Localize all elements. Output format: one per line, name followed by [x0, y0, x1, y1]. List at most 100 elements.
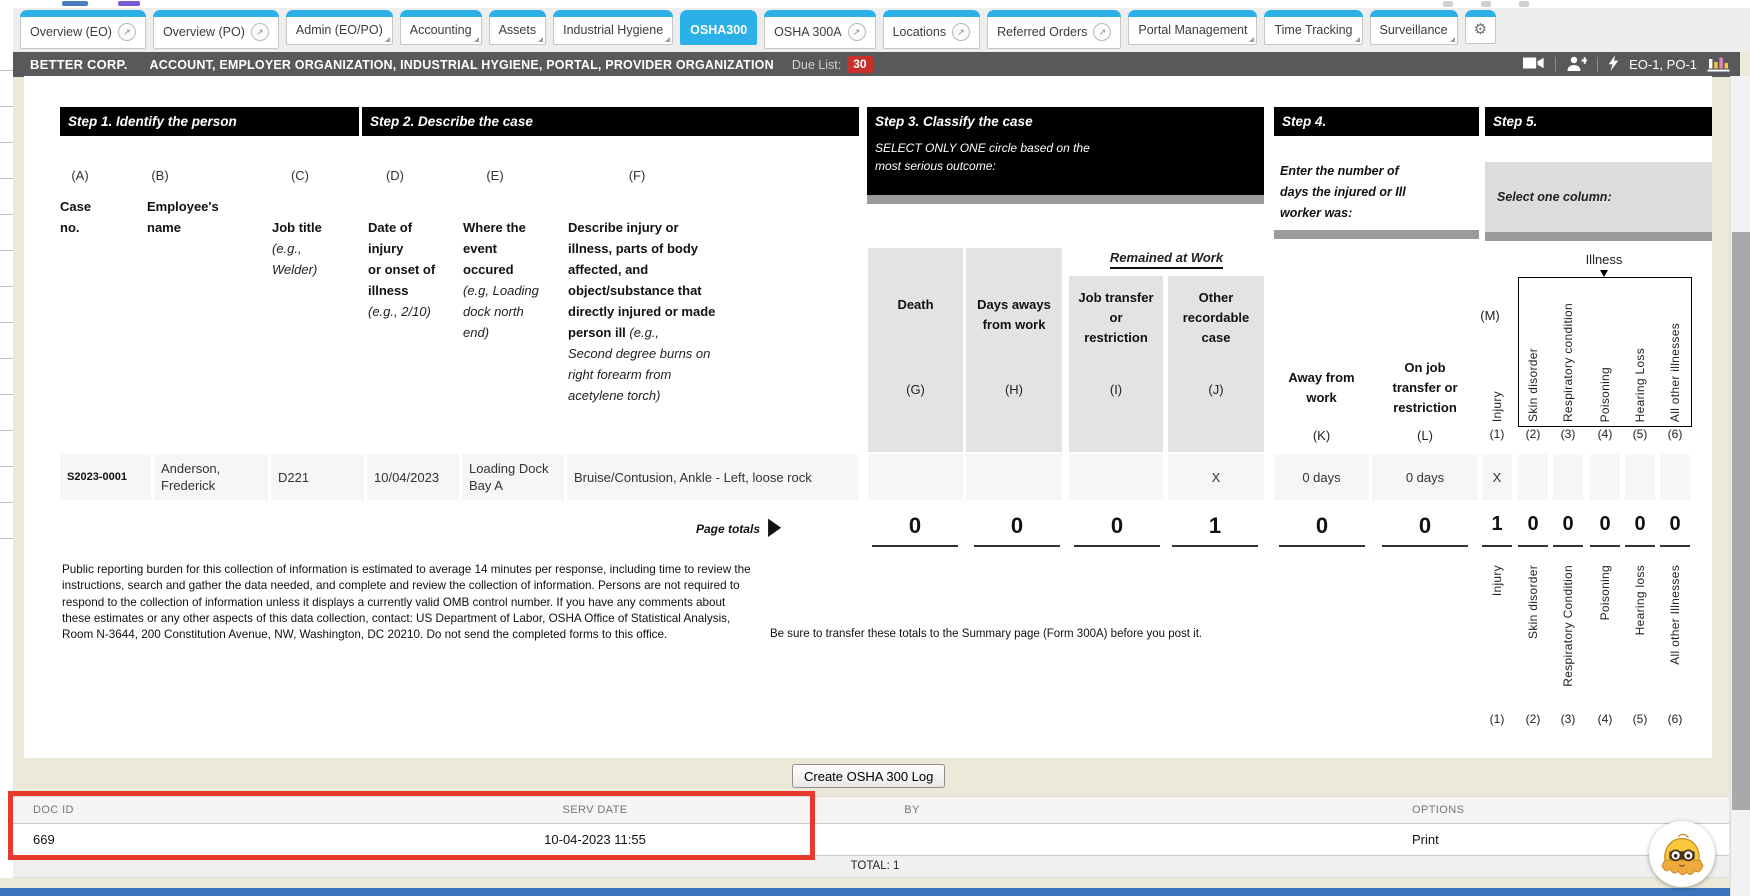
bottom-num-6: (6) — [1660, 712, 1690, 726]
col-title-case-no: Case no. — [60, 196, 140, 238]
skin-disorder-column-header: Skin disorder — [1526, 348, 1540, 422]
bottom-num-2: (2) — [1518, 712, 1548, 726]
tab-overview-eo[interactable]: Overview (EO) ↗ — [20, 10, 146, 49]
org-label: EO-1, PO-1 — [1629, 57, 1697, 72]
entry-case-no-cell[interactable]: S2023-0001 — [60, 454, 151, 500]
total-poisoning: 0 — [1590, 513, 1620, 547]
entry-away-days-cell[interactable]: 0 days — [1274, 454, 1369, 500]
vertical-scrollbar[interactable] — [1730, 76, 1750, 896]
due-list-count-badge[interactable]: 30 — [847, 56, 872, 73]
tab-admin-eo-po[interactable]: Admin (EO/PO) — [286, 10, 393, 45]
step5-note-box: Select one column: — [1485, 162, 1712, 232]
col-title-where: Where the event occured (e.g, Loading do… — [463, 196, 571, 364]
entry-job-title-cell[interactable]: D221 — [271, 454, 364, 500]
due-list-label: Due List: — [792, 58, 841, 72]
tab-assets[interactable]: Assets — [489, 10, 547, 45]
dropdown-indicator-icon — [665, 37, 670, 42]
transfer-note: Be sure to transfer these totals to the … — [770, 628, 1202, 640]
omb-burden-text: Public reporting burden for this collect… — [62, 562, 754, 643]
external-link-icon: ↗ — [952, 23, 970, 41]
col-letter-g: (G) — [868, 382, 963, 397]
entry-injury-cell[interactable]: X — [1482, 454, 1512, 500]
illness-pointer-icon — [1600, 270, 1608, 277]
options-header: OPTIONS — [1412, 804, 1464, 816]
entry-on-job-days-cell[interactable]: 0 days — [1372, 454, 1478, 500]
days-away-column-box — [966, 248, 1062, 452]
entry-where-cell[interactable]: Loading Dock Bay A — [462, 454, 564, 500]
divider-bar — [867, 195, 1264, 204]
dropdown-indicator-icon — [1249, 37, 1254, 42]
total-hearing: 0 — [1625, 513, 1655, 547]
create-osha300-log-button[interactable]: Create OSHA 300 Log — [792, 764, 945, 788]
tab-locations[interactable]: Locations ↗ — [883, 10, 981, 49]
entry-respiratory-cell[interactable] — [1553, 454, 1583, 500]
entry-skin-cell[interactable] — [1518, 454, 1548, 500]
col-example-date: (e.g., 2/10) — [368, 301, 468, 322]
entry-employee-cell[interactable]: Anderson, Frederick — [154, 454, 268, 500]
col-letter-k: (K) — [1274, 428, 1369, 443]
app-window: Overview (EO) ↗ Overview (PO) ↗ Admin (E… — [0, 0, 1750, 896]
all-other-bottom-label: All other Illnesses — [1668, 565, 1682, 665]
assistant-mascot-button[interactable] — [1649, 821, 1715, 887]
tab-label: Overview (PO) — [163, 25, 245, 39]
bookmark-fragment — [62, 1, 88, 6]
tab-overview-po[interactable]: Overview (PO) ↗ — [153, 10, 279, 49]
tab-surveillance[interactable]: Surveillance — [1370, 10, 1458, 45]
tab-label: Time Tracking — [1274, 23, 1352, 37]
bar-chart-icon[interactable] — [1707, 55, 1730, 75]
death-column-box — [868, 248, 963, 452]
entry-death-cell[interactable] — [868, 454, 963, 500]
tab-time-tracking[interactable]: Time Tracking — [1264, 10, 1362, 45]
print-link[interactable]: Print — [1412, 832, 1439, 847]
tab-industrial-hygiene[interactable]: Industrial Hygiene — [553, 10, 673, 45]
total-other-recordable: 1 — [1172, 513, 1258, 547]
tab-osha-300a[interactable]: OSHA 300A ↗ — [764, 10, 875, 49]
background-grid-strip — [0, 8, 13, 878]
dropdown-indicator-icon — [474, 37, 479, 42]
col-letter-f: (F) — [597, 168, 677, 183]
tab-label: Accounting — [410, 23, 472, 37]
tab-osha300[interactable]: OSHA300 — [680, 10, 757, 45]
context-bar: BETTER CORP. ACCOUNT, EMPLOYER ORGANIZAT… — [13, 52, 1740, 77]
scrollbar-thumb[interactable] — [1732, 232, 1750, 810]
tab-label: Industrial Hygiene — [563, 23, 663, 37]
context-menu-items[interactable]: ACCOUNT, EMPLOYER ORGANIZATION, INDUSTRI… — [150, 58, 774, 72]
video-camera-icon[interactable] — [1522, 56, 1545, 73]
dropdown-indicator-icon — [1450, 37, 1455, 42]
external-link-icon: ↗ — [251, 23, 269, 41]
bottom-num-4: (4) — [1590, 712, 1620, 726]
divider — [1597, 57, 1598, 72]
divider-bar — [1274, 230, 1479, 239]
col-letter-c: (C) — [260, 168, 340, 183]
step4-header: Step 4. — [1274, 107, 1479, 136]
hearing-loss-column-header: Hearing Loss — [1633, 348, 1647, 422]
dropdown-indicator-icon — [538, 37, 543, 42]
entry-all-other-cell[interactable] — [1660, 454, 1690, 500]
entry-days-away-cell[interactable] — [966, 454, 1062, 500]
lightning-icon[interactable] — [1608, 55, 1619, 74]
entry-hearing-cell[interactable] — [1625, 454, 1655, 500]
entry-job-transfer-cell[interactable] — [1069, 454, 1163, 500]
col-letter-j: (J) — [1168, 382, 1264, 397]
tab-portal-management[interactable]: Portal Management — [1128, 10, 1257, 45]
col-letter-l: (L) — [1372, 428, 1478, 443]
tab-referred-orders[interactable]: Referred Orders ↗ — [987, 10, 1121, 49]
tab-label: Overview (EO) — [30, 25, 112, 39]
person-add-icon[interactable] — [1566, 56, 1587, 74]
settings-tab[interactable]: ⚙ — [1465, 10, 1496, 44]
dropdown-indicator-icon — [1355, 37, 1360, 42]
entry-date-cell[interactable]: 10/04/2023 — [367, 454, 459, 500]
total-job-transfer: 0 — [1074, 513, 1160, 547]
hearing-loss-bottom-label: Hearing loss — [1633, 565, 1647, 635]
illness-group-label: Illness — [1544, 252, 1664, 267]
tab-accounting[interactable]: Accounting — [400, 10, 482, 45]
poisoning-column-header: Poisoning — [1598, 367, 1612, 422]
main-tab-bar: Overview (EO) ↗ Overview (PO) ↗ Admin (E… — [13, 8, 1750, 52]
entry-poisoning-cell[interactable] — [1590, 454, 1620, 500]
tab-label: Assets — [499, 23, 537, 37]
col-num-2: (2) — [1518, 427, 1548, 441]
col-title-job: Job title (e.g., Welder) — [272, 196, 362, 301]
entry-describe-cell[interactable]: Bruise/Contusion, Ankle - Left, loose ro… — [567, 454, 858, 500]
step1-title: Step 1. Identify the person — [68, 114, 237, 129]
entry-other-recordable-cell[interactable]: X — [1168, 454, 1264, 500]
